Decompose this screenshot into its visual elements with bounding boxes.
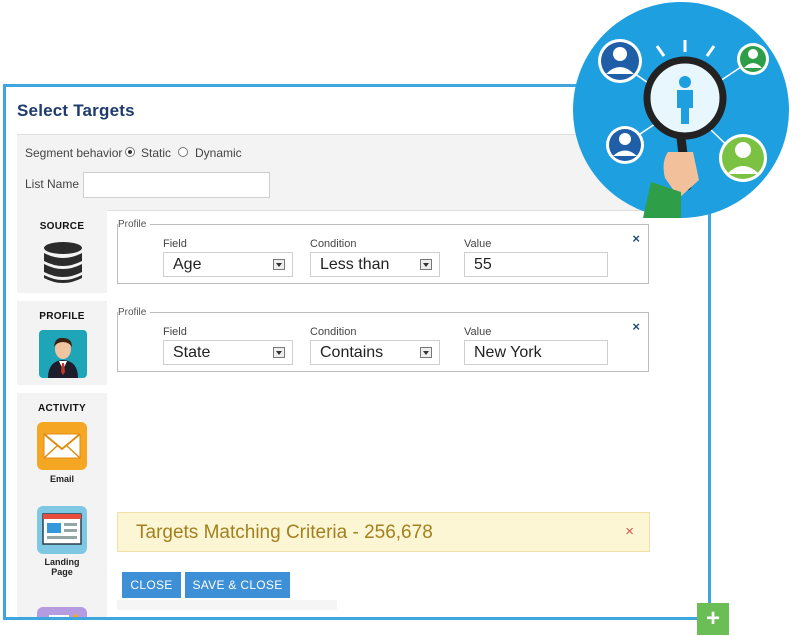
field-select-value: State — [173, 344, 211, 361]
add-button[interactable]: + — [697, 603, 729, 635]
sidebar-activity-label: ACTIVITY — [38, 403, 86, 414]
condition-select[interactable]: Less than — [310, 252, 440, 277]
user-icon — [598, 39, 642, 83]
condition-select-value: Less than — [320, 256, 390, 273]
field-select[interactable]: State — [163, 340, 293, 365]
sidebar-activity: ACTIVITY Email Landing Page — [17, 393, 107, 617]
condition-select-value: Contains — [320, 344, 384, 361]
segment-behavior-label: Segment behavior — [25, 146, 123, 160]
condition-group-label: Profile — [118, 219, 151, 230]
chevron-down-icon — [420, 347, 432, 358]
value-input-text: 55 — [474, 256, 492, 273]
radio-static-label: Static — [141, 146, 172, 160]
remove-condition-button[interactable]: × — [632, 232, 640, 245]
user-icon — [737, 43, 769, 75]
remove-condition-button[interactable]: × — [632, 320, 640, 333]
form-icon — [37, 607, 87, 617]
list-name-input[interactable] — [83, 172, 270, 198]
activity-item-landing-page[interactable]: Landing Page — [17, 503, 107, 583]
email-icon — [37, 422, 87, 470]
value-input-text: New York — [474, 344, 542, 361]
save-and-close-button[interactable]: SAVE & CLOSE — [185, 572, 290, 598]
sidebar-source-label: SOURCE — [39, 221, 85, 232]
condition-label: Condition — [310, 326, 357, 338]
sidebar-source[interactable]: SOURCE — [17, 209, 107, 293]
radio-dynamic[interactable] — [178, 147, 188, 157]
condition-row: Profile Field Condition Value State Cont… — [117, 307, 649, 372]
value-label: Value — [464, 238, 492, 250]
radio-dynamic-label: Dynamic — [195, 146, 242, 160]
database-icon — [44, 242, 82, 283]
targets-matching-text: Targets Matching Criteria - 256,678 — [136, 522, 433, 543]
chevron-down-icon — [273, 347, 285, 358]
user-icon — [606, 126, 644, 164]
targets-matching-alert: Targets Matching Criteria - 256,678 × — [117, 512, 650, 552]
field-select[interactable]: Age — [163, 252, 293, 277]
field-label: Field — [163, 326, 187, 338]
close-button[interactable]: CLOSE — [122, 572, 181, 598]
radio-static[interactable] — [125, 147, 135, 157]
user-icon — [719, 134, 767, 182]
value-input[interactable]: New York — [464, 340, 608, 365]
sidebar: SOURCE PROFILE ACTIVITY Email Landing Pa… — [17, 209, 107, 617]
target-search-badge — [573, 2, 789, 218]
chevron-down-icon — [420, 259, 432, 270]
value-input[interactable]: 55 — [464, 252, 608, 277]
chevron-down-icon — [273, 259, 285, 270]
field-select-value: Age — [173, 256, 202, 273]
activity-email-label: Email — [49, 474, 74, 484]
sidebar-profile-label: PROFILE — [39, 311, 85, 322]
value-label: Value — [464, 326, 492, 338]
condition-select[interactable]: Contains — [310, 340, 440, 365]
sidebar-profile[interactable]: PROFILE — [17, 301, 107, 385]
activity-item-form[interactable] — [17, 605, 107, 617]
condition-group-label: Profile — [118, 307, 151, 318]
condition-label: Condition — [310, 238, 357, 250]
window-title: Select Targets — [17, 101, 135, 120]
dismiss-alert-button[interactable]: × — [625, 523, 634, 540]
field-label: Field — [163, 238, 187, 250]
activity-item-email[interactable]: Email — [17, 419, 107, 489]
footer-shadow — [117, 600, 337, 610]
landing-page-icon — [37, 506, 87, 554]
list-name-label: List Name — [25, 177, 80, 191]
activity-landing-page-label: Landing Page — [44, 557, 80, 577]
condition-row: Profile Field Condition Value Age Less t… — [117, 219, 649, 284]
person-icon — [39, 330, 87, 378]
